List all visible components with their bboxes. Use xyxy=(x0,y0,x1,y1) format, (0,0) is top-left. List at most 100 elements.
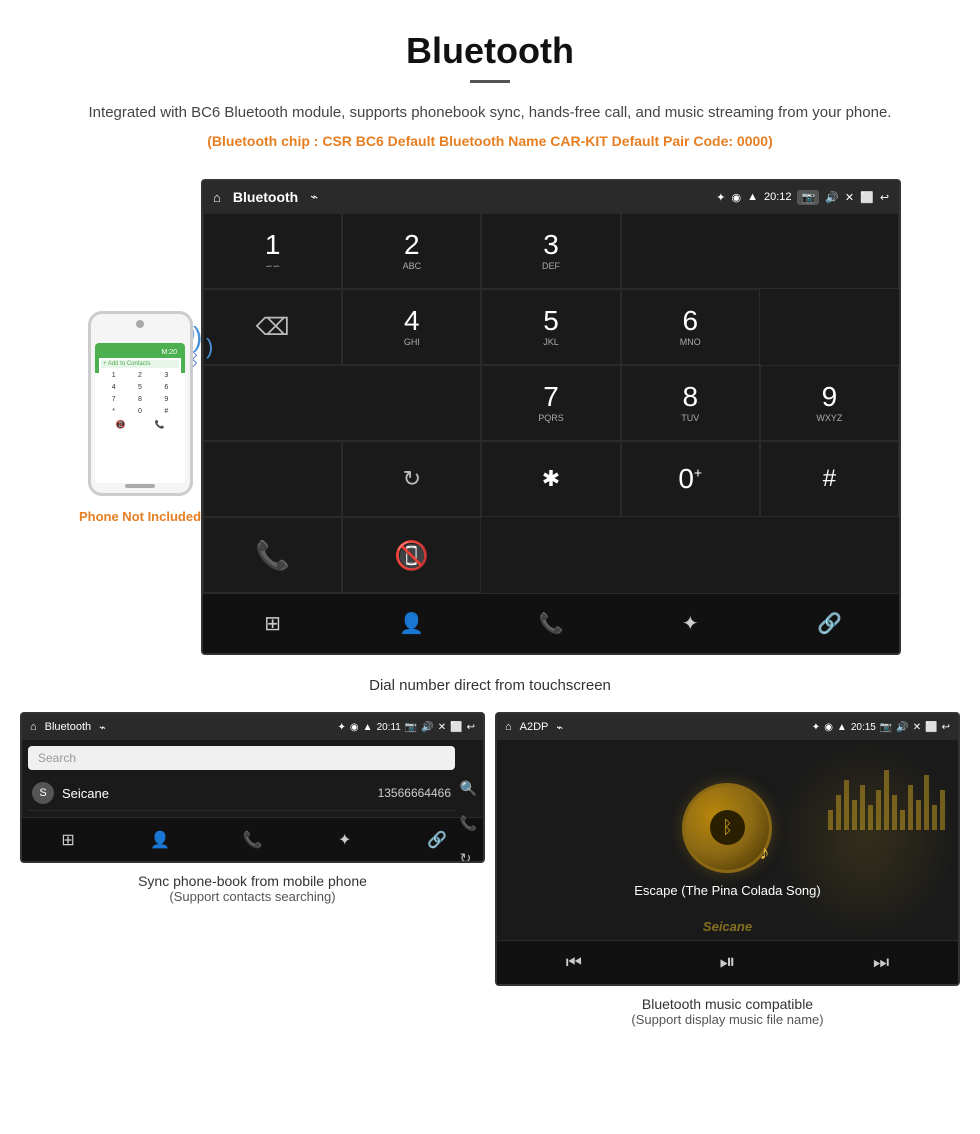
page-specs: (Bluetooth chip : CSR BC6 Default Blueto… xyxy=(60,133,920,149)
phone-screen-header: M:20 xyxy=(99,347,181,358)
prev-track-button[interactable]: ⏮ xyxy=(566,952,582,973)
dial-key-5[interactable]: 5 JKL xyxy=(481,289,620,365)
music-location-icon: ◉ xyxy=(824,722,833,733)
search-bar[interactable]: Search xyxy=(28,746,455,770)
refresh-button[interactable]: ↻ xyxy=(342,441,481,517)
pb-phone-icon[interactable]: 📞 xyxy=(206,818,298,861)
android-dial-screen: ⌂ Bluetooth ⌁ ✦ ◉ ▲ 20:12 📷 🔊 ✕ ⬜ ↩ 1 ∽∽ xyxy=(201,179,901,655)
bt-status-icon: ✦ xyxy=(716,191,725,204)
music-home-icon[interactable]: ⌂ xyxy=(505,721,512,733)
bt-music-icon: ᛒ xyxy=(722,817,733,838)
close-icon[interactable]: ✕ xyxy=(845,191,854,204)
pb-bt-bottom-icon[interactable]: ✦ xyxy=(299,818,391,861)
page-header: Bluetooth Integrated with BC6 Bluetooth … xyxy=(0,0,980,179)
music-camera-icon[interactable]: 📷 xyxy=(880,722,892,733)
pb-bt-icon: ✦ xyxy=(338,722,346,733)
topbar-time: 20:12 xyxy=(764,191,792,203)
main-screen-section: ) ) ) ᛒ M:20 + Add to Contacts 123 456 7 xyxy=(0,179,980,665)
dial-key-7[interactable]: 7 PQRS xyxy=(481,365,620,441)
phonebook-caption-main: Sync phone-book from mobile phone xyxy=(30,873,475,889)
bottom-phone-icon[interactable]: 📞 xyxy=(481,594,620,653)
music-signal-icon: ▲ xyxy=(837,722,847,733)
phonebook-panel: ⌂ Bluetooth ⌁ ✦ ◉ ▲ 20:11 📷 🔊 ✕ ⬜ ↩ xyxy=(20,712,485,863)
pb-close-icon[interactable]: ✕ xyxy=(438,722,446,733)
pb-title: Bluetooth xyxy=(45,721,91,733)
music-usb-icon: ⌁ xyxy=(556,721,563,734)
contact-name: Seicane xyxy=(62,786,378,801)
phone-mockup-area: ) ) ) ᛒ M:20 + Add to Contacts 123 456 7 xyxy=(79,311,201,524)
dial-empty-3a xyxy=(203,441,342,517)
home-icon[interactable]: ⌂ xyxy=(213,190,221,205)
seicane-watermark: Seicane xyxy=(703,919,752,934)
music-vol-icon[interactable]: 🔊 xyxy=(896,722,908,733)
page-title: Bluetooth xyxy=(60,30,920,72)
pb-contacts-icon[interactable]: 👤 xyxy=(114,818,206,861)
pb-time: 20:11 xyxy=(377,722,401,733)
search-right-icon[interactable]: 🔍 xyxy=(460,780,477,797)
refresh-right-icon[interactable]: ↻ xyxy=(460,850,477,863)
music-win-icon[interactable]: ⬜ xyxy=(925,722,937,733)
bottom-link-icon[interactable]: 🔗 xyxy=(760,594,899,653)
volume-icon[interactable]: 🔊 xyxy=(825,191,839,204)
dial-key-2[interactable]: 2 ABC xyxy=(342,213,481,289)
music-time: 20:15 xyxy=(851,722,876,733)
camera-button[interactable]: 📷 xyxy=(797,190,819,205)
bottom-panels: ⌂ Bluetooth ⌁ ✦ ◉ ▲ 20:11 📷 🔊 ✕ ⬜ ↩ xyxy=(0,712,980,1047)
call-right-icon[interactable]: 📞 xyxy=(460,815,477,832)
music-close-icon[interactable]: ✕ xyxy=(913,722,921,733)
phonebook-panel-wrapper: ⌂ Bluetooth ⌁ ✦ ◉ ▲ 20:11 📷 🔊 ✕ ⬜ ↩ xyxy=(20,712,485,1027)
page-description: Integrated with BC6 Bluetooth module, su… xyxy=(60,101,920,125)
dial-topbar: ⌂ Bluetooth ⌁ ✦ ◉ ▲ 20:12 📷 🔊 ✕ ⬜ ↩ xyxy=(203,181,899,213)
play-pause-button[interactable]: ⏯ xyxy=(720,951,736,974)
dial-key-8[interactable]: 8 TUV xyxy=(621,365,760,441)
next-track-button[interactable]: ⏭ xyxy=(873,952,889,973)
dial-display xyxy=(621,213,899,289)
music-caption: Bluetooth music compatible (Support disp… xyxy=(495,996,960,1027)
dial-key-hash[interactable]: # xyxy=(760,441,899,517)
contact-initial: S xyxy=(32,782,54,804)
pb-location-icon: ◉ xyxy=(350,722,359,733)
svg-text:): ) xyxy=(206,334,213,359)
bottom-bluetooth-icon[interactable]: ✦ xyxy=(621,594,760,653)
dial-key-9[interactable]: 9 WXYZ xyxy=(760,365,899,441)
pb-win-icon[interactable]: ⬜ xyxy=(450,722,462,733)
phonebook-bottom-bar: ⊞ 👤 📞 ✦ 🔗 xyxy=(22,817,483,861)
topbar-right: ✦ ◉ ▲ 20:12 📷 🔊 ✕ ⬜ ↩ xyxy=(716,190,889,205)
pb-grid-icon[interactable]: ⊞ xyxy=(22,818,114,861)
window-icon[interactable]: ⬜ xyxy=(860,191,874,204)
bottom-grid-icon[interactable]: ⊞ xyxy=(203,594,342,653)
back-icon[interactable]: ↩ xyxy=(880,191,889,204)
call-green-button[interactable]: 📞 xyxy=(203,517,342,593)
music-bottom-bar: ⏮ ⏯ ⏭ xyxy=(497,940,958,984)
phone-not-included-label: Phone Not Included xyxy=(79,509,201,524)
contact-row: S Seicane 13566664466 xyxy=(28,776,455,811)
music-topbar: ⌂ A2DP ⌁ ✦ ◉ ▲ 20:15 📷 🔊 ✕ ⬜ ↩ xyxy=(497,714,958,740)
dial-key-3[interactable]: 3 DEF xyxy=(481,213,620,289)
bottom-contacts-icon[interactable]: 👤 xyxy=(342,594,481,653)
dial-bottom-bar: ⊞ 👤 📞 ✦ 🔗 xyxy=(203,593,899,653)
call-red-button[interactable]: 📵 xyxy=(342,517,481,593)
equalizer-visualization xyxy=(828,750,948,830)
dial-key-star[interactable]: ✱ xyxy=(481,441,620,517)
music-title: A2DP xyxy=(520,721,549,733)
music-back-icon[interactable]: ↩ xyxy=(942,722,950,733)
pb-camera-icon[interactable]: 📷 xyxy=(405,722,417,733)
music-panel-wrapper: ⌂ A2DP ⌁ ✦ ◉ ▲ 20:15 📷 🔊 ✕ ⬜ ↩ xyxy=(495,712,960,1027)
topbar-title: Bluetooth xyxy=(233,189,298,205)
right-icons-col: 🔍 📞 ↻ xyxy=(460,780,477,863)
signal-icon: ▲ xyxy=(747,191,758,203)
bluetooth-waves-icon: ) ) ) ᛒ xyxy=(188,316,248,386)
music-album-art: ᛒ ♪ xyxy=(682,783,772,873)
music-panel: ⌂ A2DP ⌁ ✦ ◉ ▲ 20:15 📷 🔊 ✕ ⬜ ↩ xyxy=(495,712,960,986)
pb-vol-icon[interactable]: 🔊 xyxy=(421,722,433,733)
dial-key-1[interactable]: 1 ∽∽ xyxy=(203,213,342,289)
phone-keypad: 123 456 789 *0# xyxy=(101,370,179,417)
dial-key-0[interactable]: 0+ xyxy=(621,441,760,517)
dial-key-4[interactable]: 4 GHI xyxy=(342,289,481,365)
search-placeholder: Search xyxy=(38,751,76,765)
music-song-title: Escape (The Pina Colada Song) xyxy=(634,883,820,898)
pb-usb-icon: ⌁ xyxy=(99,721,106,734)
dial-key-6[interactable]: 6 MNO xyxy=(621,289,760,365)
pb-back-icon[interactable]: ↩ xyxy=(467,722,475,733)
pb-home-icon[interactable]: ⌂ xyxy=(30,721,37,733)
